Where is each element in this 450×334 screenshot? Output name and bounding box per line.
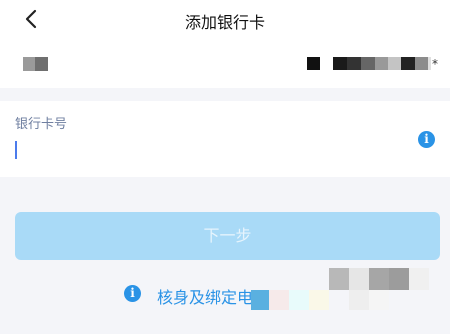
masked-area <box>349 290 369 310</box>
page-title: 添加银行卡 <box>184 13 265 32</box>
account-name-row: * <box>0 42 450 88</box>
header-bar: 添加银行卡 <box>0 0 450 42</box>
masked-account-id <box>347 57 361 70</box>
masked-account-id <box>361 57 375 70</box>
masked-area <box>269 290 289 310</box>
masked-area <box>369 290 389 310</box>
masked-account-id <box>375 57 388 70</box>
masked-account-id <box>428 57 431 70</box>
masked-area <box>251 290 269 310</box>
masked-area <box>389 268 409 290</box>
text-cursor <box>15 141 17 159</box>
masked-account-id <box>333 57 347 70</box>
card-number-label: 银行卡号 <box>15 117 68 132</box>
masked-account-id <box>415 57 428 70</box>
masked-area <box>369 268 389 290</box>
masked-area <box>409 268 429 290</box>
masked-account-id <box>307 57 320 70</box>
masked-account-id <box>401 57 415 70</box>
masked-area <box>329 268 349 290</box>
masked-name <box>23 57 35 71</box>
masked-area <box>349 268 369 290</box>
masked-account-id <box>388 57 401 70</box>
masked-name <box>35 57 48 71</box>
verify-and-bind-link[interactable]: 核身及绑定电 <box>157 284 253 308</box>
account-id-suffix: * <box>432 57 438 71</box>
masked-area <box>309 290 329 310</box>
next-button[interactable]: 下一步 <box>15 212 440 260</box>
info-icon: i <box>124 285 141 302</box>
info-icon[interactable]: i <box>418 131 435 148</box>
card-number-section: 银行卡号 i <box>0 101 450 177</box>
card-number-input[interactable] <box>14 139 394 165</box>
masked-area <box>289 290 309 310</box>
